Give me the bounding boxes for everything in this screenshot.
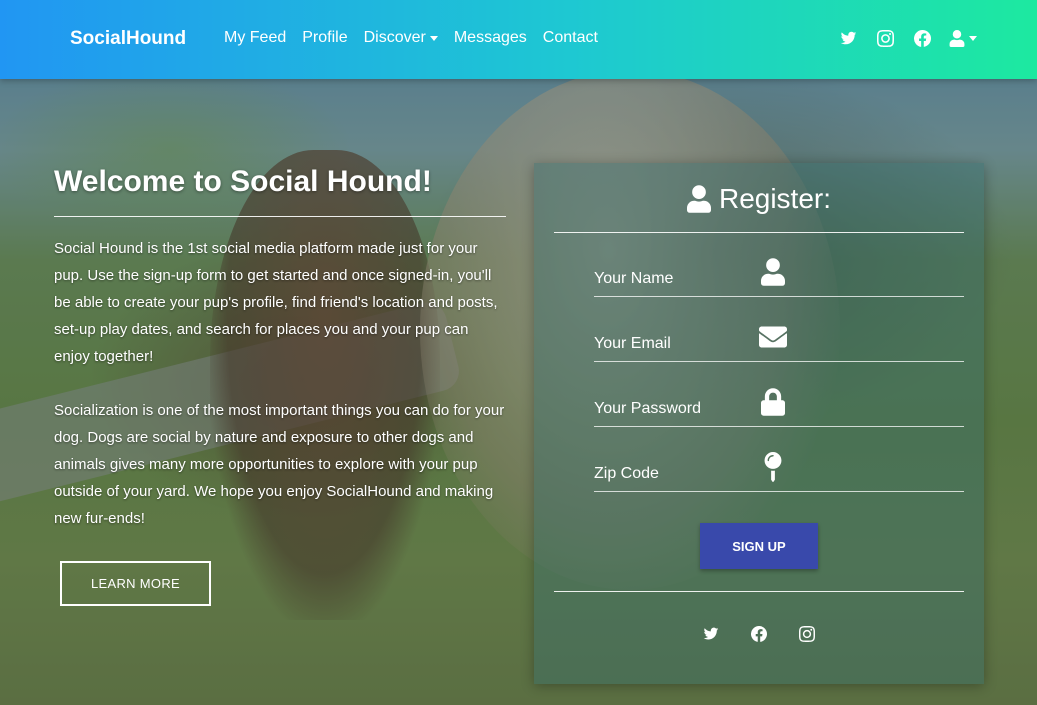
instagram-icon[interactable] xyxy=(799,626,815,642)
user-icon xyxy=(758,257,788,287)
email-input[interactable] xyxy=(594,332,754,356)
nav-link-discover-label: Discover xyxy=(363,29,426,46)
zip-code-input[interactable] xyxy=(594,462,754,486)
caret-down-icon xyxy=(429,35,438,41)
welcome-paragraph-intro: Social Hound is the 1st social media pla… xyxy=(54,240,498,365)
name-field xyxy=(594,257,964,297)
envelope-icon xyxy=(758,322,788,352)
twitter-icon[interactable] xyxy=(838,28,858,48)
nav-link-my-feed[interactable]: My Feed xyxy=(224,29,286,47)
nav-link-messages[interactable]: Messages xyxy=(454,29,527,47)
user-icon xyxy=(686,185,711,213)
facebook-icon[interactable] xyxy=(912,28,932,48)
name-input[interactable] xyxy=(594,267,754,291)
nav-links: My Feed Profile Discover Messages Contac… xyxy=(224,29,614,47)
welcome-section: Welcome to Social Hound! Social Hound is… xyxy=(54,164,506,532)
welcome-divider xyxy=(54,216,506,217)
password-input[interactable] xyxy=(594,397,754,421)
user-icon xyxy=(949,29,965,47)
register-divider-top xyxy=(554,232,964,233)
register-social-icons xyxy=(534,626,984,642)
register-title: Register: xyxy=(718,183,832,214)
password-field xyxy=(594,387,964,427)
navbar: SocialHound My Feed Profile Discover Mes… xyxy=(0,0,1037,79)
instagram-icon[interactable] xyxy=(875,28,895,48)
facebook-icon[interactable] xyxy=(751,626,767,642)
lock-icon xyxy=(758,387,788,417)
twitter-icon[interactable] xyxy=(703,626,719,642)
email-field xyxy=(594,322,964,362)
learn-more-button[interactable]: Learn more xyxy=(60,561,211,606)
welcome-title: Welcome to Social Hound! xyxy=(54,165,432,198)
register-header: Register: xyxy=(534,183,984,215)
user-menu-dropdown[interactable] xyxy=(949,29,977,47)
welcome-paragraph-socialization: Socialization is one of the most importa… xyxy=(54,402,505,527)
register-divider-bottom xyxy=(554,591,964,592)
zip-code-field xyxy=(594,452,964,492)
nav-link-contact[interactable]: Contact xyxy=(543,29,598,47)
nav-social-icons xyxy=(838,28,977,48)
nav-link-discover-dropdown[interactable]: Discover xyxy=(364,29,438,47)
map-pin-icon xyxy=(758,452,788,482)
brand-logo[interactable]: SocialHound xyxy=(70,28,186,50)
caret-down-icon xyxy=(969,35,977,41)
register-card: Register: Sign up xyxy=(534,163,984,684)
sign-up-button[interactable]: Sign up xyxy=(700,523,818,569)
nav-link-profile[interactable]: Profile xyxy=(302,29,347,47)
